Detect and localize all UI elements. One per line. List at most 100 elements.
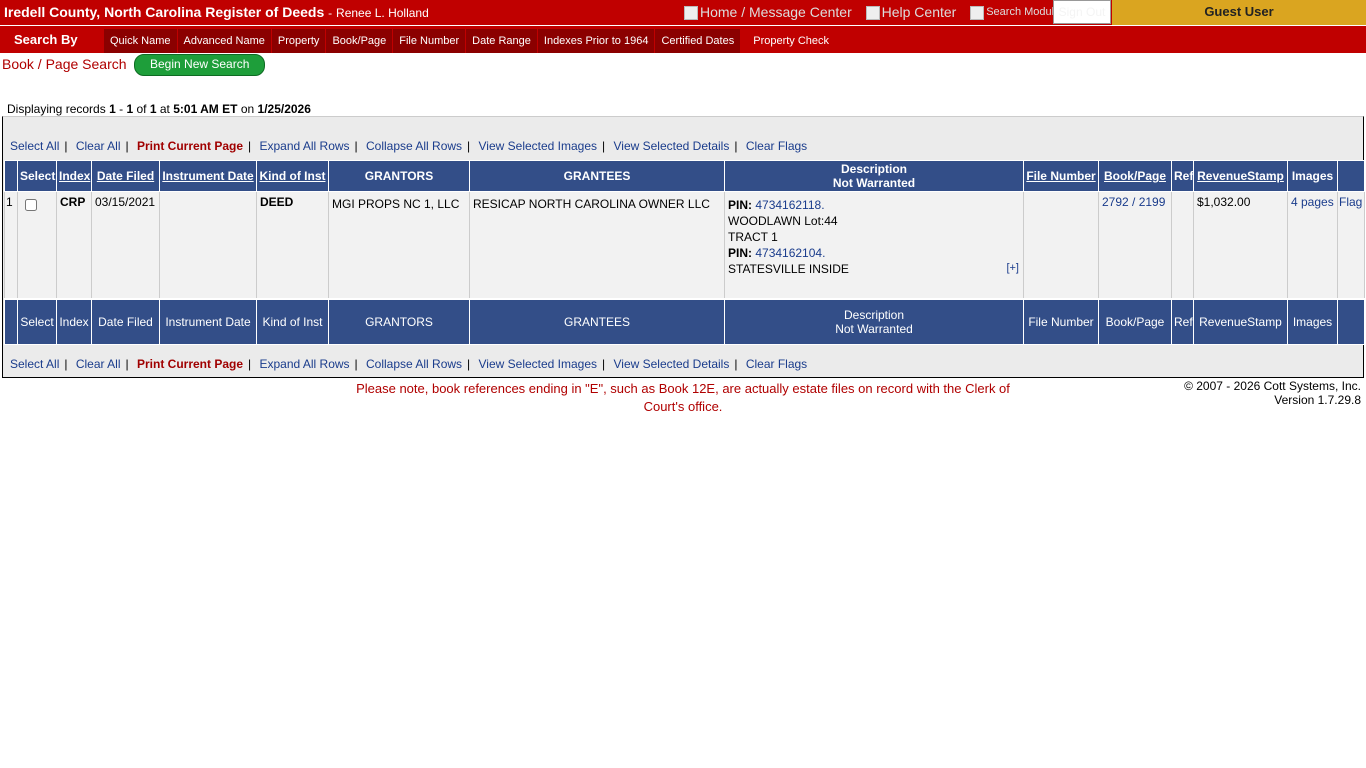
col-book-page-header[interactable]: Book/Page — [1098, 160, 1172, 192]
view-selected-details-link[interactable]: View Selected Details — [614, 139, 730, 153]
col-date-filed-footer: Date Filed — [91, 298, 160, 345]
records-total: 1 — [149, 102, 157, 116]
site-title-text: Iredell County, North Carolina Register … — [4, 4, 325, 20]
records-on: on — [240, 102, 255, 116]
pipe-separator: | — [734, 139, 738, 153]
view-selected-images-link[interactable]: View Selected Images — [479, 357, 598, 371]
book-page-link[interactable]: 2792 / 2199 — [1102, 195, 1165, 209]
clear-all-link[interactable]: Clear All — [76, 357, 121, 371]
tab-property[interactable]: Property — [271, 29, 327, 53]
print-current-page-link[interactable]: Print Current Page — [137, 139, 243, 153]
search-by-label: Search By — [14, 32, 78, 47]
pin-link[interactable]: 4734162104. — [755, 246, 825, 260]
images-link[interactable]: 4 pages — [1291, 195, 1334, 209]
version-text: Version 1.7.29.8 — [1274, 393, 1361, 407]
col-revenue-stamp-footer: RevenueStamp — [1193, 298, 1288, 345]
pipe-separator: | — [248, 139, 252, 153]
home-icon — [684, 6, 698, 20]
clear-flags-link[interactable]: Clear Flags — [746, 357, 807, 371]
pipe-separator: | — [125, 357, 129, 371]
row-ref — [1171, 191, 1194, 300]
expand-all-rows-link[interactable]: Expand All Rows — [259, 357, 349, 371]
tab-indexes-prior-1964[interactable]: Indexes Prior to 1964 — [537, 29, 656, 53]
col-index-footer: Index — [56, 298, 92, 345]
tab-quick-name[interactable]: Quick Name — [104, 29, 178, 53]
tab-date-range[interactable]: Date Range — [466, 29, 538, 53]
begin-new-search-button[interactable]: Begin New Search — [134, 54, 266, 76]
pipe-separator: | — [467, 357, 471, 371]
row-grantees: RESICAP NORTH CAROLINA OWNER LLC — [469, 191, 725, 300]
view-selected-images-link[interactable]: View Selected Images — [479, 139, 598, 153]
row-book-page: 2792 / 2199 — [1098, 191, 1172, 300]
search-module-link[interactable]: Search Module — [970, 5, 1060, 20]
tab-property-check[interactable]: Property Check — [747, 29, 837, 53]
title-separator: - — [328, 6, 333, 20]
pipe-separator: | — [602, 139, 606, 153]
row-date-filed: 03/15/2021 — [91, 191, 160, 300]
view-selected-details-link[interactable]: View Selected Details — [614, 357, 730, 371]
clear-all-link[interactable]: Clear All — [76, 139, 121, 153]
col-kind-of-inst-footer: Kind of Inst — [256, 298, 329, 345]
collapse-all-rows-link[interactable]: Collapse All Rows — [366, 139, 462, 153]
col-description-footer: Description Not Warranted — [724, 298, 1024, 345]
action-links-bottom: Select All | Clear All | Print Current Pag… — [10, 357, 807, 371]
col-index-header[interactable]: Index — [56, 160, 92, 192]
records-dash: - — [119, 102, 124, 116]
col-select-footer: Select — [17, 298, 57, 345]
home-message-center-link[interactable]: Home / Message Center — [684, 4, 852, 20]
action-links-top: Select All | Clear All | Print Current Pag… — [10, 139, 807, 153]
row-kind-of-inst: DEED — [256, 191, 329, 300]
select-all-link[interactable]: Select All — [10, 139, 59, 153]
home-message-center-label: Home / Message Center — [700, 4, 852, 20]
records-of: of — [136, 102, 147, 116]
tab-book-page[interactable]: Book/Page — [326, 29, 394, 53]
col-grantors-footer: GRANTORS — [328, 298, 470, 345]
records-at: at — [159, 102, 170, 116]
print-current-page-link[interactable]: Print Current Page — [137, 357, 243, 371]
col-ref-footer: Ref — [1171, 298, 1194, 345]
collapse-all-rows-link[interactable]: Collapse All Rows — [366, 357, 462, 371]
row-number: 1 — [4, 191, 18, 300]
top-links: Home / Message Center Help Center Search… — [684, 4, 1070, 22]
tab-file-number[interactable]: File Number — [393, 29, 467, 53]
col-kind-of-inst-header[interactable]: Kind of Inst — [256, 160, 329, 192]
col-revenue-stamp-header[interactable]: RevenueStamp — [1193, 160, 1288, 192]
row-file-number — [1023, 191, 1099, 300]
estate-files-note: Please note, book references ending in "… — [356, 381, 1010, 414]
table-header-row: Select Index Date Filed Instrument Date … — [4, 160, 1365, 192]
col-date-filed-header[interactable]: Date Filed — [91, 160, 160, 192]
help-center-link[interactable]: Help Center — [865, 4, 956, 20]
row-description: PIN: 4734162118. WOODLAWN Lot:44 TRACT 1… — [724, 191, 1024, 300]
pin-link[interactable]: 4734162118. — [755, 198, 824, 212]
col-grantees-header: GRANTEES — [469, 160, 725, 192]
search-module-icon — [970, 6, 985, 20]
clear-flags-link[interactable]: Clear Flags — [746, 139, 807, 153]
results-panel: Select All | Clear All | Print Current Pag… — [2, 116, 1365, 378]
row-revenue-stamp: $1,032.00 — [1193, 191, 1288, 300]
sign-out-button[interactable]: Sign Out — [1053, 0, 1111, 24]
row-select-checkbox[interactable] — [25, 199, 37, 211]
records-summary: Displaying records 1 - 1 of 1 at 5:01 AM… — [7, 102, 311, 116]
records-time: 5:01 AM ET — [173, 102, 238, 116]
not-warranted-footer-label: Not Warranted — [835, 322, 913, 336]
tab-certified-dates[interactable]: Certified Dates — [655, 29, 742, 53]
select-all-link[interactable]: Select All — [10, 357, 59, 371]
description-line: STATESVILLE INSIDE — [728, 262, 849, 276]
description-header-label: Description — [840, 162, 907, 176]
pipe-separator: | — [734, 357, 738, 371]
flag-link[interactable]: Flag — [1339, 195, 1362, 209]
pipe-separator: | — [354, 357, 358, 371]
col-instrument-date-header[interactable]: Instrument Date — [159, 160, 257, 192]
col-select-header: Select — [17, 160, 57, 192]
copyright-block: © 2007 - 2026 Cott Systems, Inc. Version… — [1184, 379, 1361, 407]
expand-row-link[interactable]: [+] — [1006, 260, 1019, 276]
tab-advanced-name[interactable]: Advanced Name — [177, 29, 272, 53]
row-grantors: MGI PROPS NC 1, LLC — [328, 191, 470, 300]
expand-all-rows-link[interactable]: Expand All Rows — [259, 139, 349, 153]
page-title: Book / Page Search — [2, 56, 127, 72]
col-images-footer: Images — [1287, 298, 1338, 345]
col-file-number-header[interactable]: File Number — [1023, 160, 1099, 192]
table-row: 1 CRP 03/15/2021 DEED MGI PROPS NC 1, LL… — [4, 191, 1365, 300]
description-line: WOODLAWN Lot:44 — [728, 214, 838, 228]
pipe-separator: | — [64, 139, 68, 153]
